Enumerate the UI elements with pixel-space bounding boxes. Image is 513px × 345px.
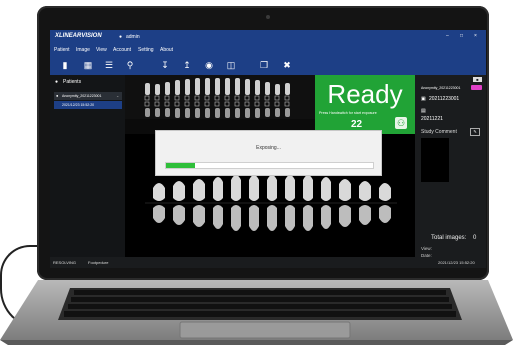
menu-bar: Patient Image View Account Setting About: [50, 44, 486, 56]
patient-row[interactable]: ● Anonymity_20211223001 ⌄: [54, 92, 122, 100]
app-logo: XLINEARVISION: [55, 33, 102, 39]
maximize-button[interactable]: □: [460, 33, 463, 39]
tooth-chart: [125, 75, 315, 119]
patient-panel: ● Patients ● Anonymity_20211223001 ⌄ 202…: [50, 75, 125, 257]
info-birth: 20211221: [421, 116, 443, 122]
total-images-value: 0: [473, 235, 477, 241]
view-label: View:: [421, 246, 432, 251]
export-icon[interactable]: ↥: [182, 60, 192, 70]
menu-setting[interactable]: Setting: [138, 47, 154, 53]
close-button[interactable]: ×: [474, 33, 477, 39]
total-images-label: Total images:: [431, 235, 467, 241]
study-date: 2021/12/23 15:52:20: [62, 103, 95, 107]
dialog-title: Exposing...: [256, 145, 281, 151]
status-bar: RESOLVING Footpedure 2021/12/23 15:52:20: [50, 257, 486, 268]
status-resolving: RESOLVING: [53, 260, 77, 265]
app-window: XLINEARVISION ● admin – □ × Patient Imag…: [50, 30, 486, 268]
study-comment-box[interactable]: [421, 138, 449, 182]
info-patient-name: Anonymity_20211223001: [421, 86, 461, 90]
eye-icon[interactable]: ◉: [204, 60, 214, 70]
camera-icon[interactable]: ■: [473, 77, 482, 82]
calendar-icon: ▤: [421, 108, 426, 114]
exposure-count: 22: [351, 119, 363, 130]
current-user: admin: [126, 34, 140, 40]
list-icon[interactable]: ☰: [104, 60, 114, 70]
edit-comment-icon[interactable]: ✎: [470, 128, 480, 136]
user-icon: ●: [119, 34, 123, 40]
study-comment-label: Study Comment: [421, 129, 457, 135]
tooth-chart-graphic[interactable]: [125, 75, 315, 119]
copy-icon[interactable]: ❐: [259, 60, 269, 70]
title-bar: XLINEARVISION ● admin – □ ×: [50, 30, 486, 44]
patient-name: Anonymity_20211223001: [62, 94, 102, 98]
search-icon[interactable]: ⚲: [125, 60, 135, 70]
ready-panel: Ready Press Handswitch for start exposur…: [315, 75, 415, 137]
webcam: [266, 15, 270, 19]
menu-account[interactable]: Account: [113, 47, 131, 53]
ready-title: Ready: [327, 79, 403, 109]
menu-patient[interactable]: Patient: [54, 47, 70, 53]
gender-tag: [471, 85, 482, 90]
menu-view[interactable]: View: [96, 47, 107, 53]
exposing-dialog: Exposing...: [155, 130, 382, 176]
ready-subtitle: Press Handswitch for start exposure: [319, 111, 377, 115]
status-footpedure: Footpedure: [88, 260, 109, 265]
import-icon[interactable]: ↧: [160, 60, 170, 70]
info-patient-id: 20211223001: [429, 96, 460, 102]
patients-icon: ●: [55, 79, 59, 85]
menu-image[interactable]: Image: [76, 47, 90, 53]
study-row[interactable]: 2021/12/23 15:52:20: [54, 101, 122, 109]
patients-header: Patients: [63, 79, 82, 85]
progress-fill: [166, 163, 195, 168]
status-datetime: 2021/12/23 15:52:20: [438, 260, 475, 265]
trash-icon[interactable]: ◫: [226, 60, 236, 70]
new-file-icon[interactable]: ▮: [60, 60, 70, 70]
laptop-keyboard-deck: [0, 280, 513, 345]
minimize-button[interactable]: –: [446, 33, 449, 39]
expand-icon[interactable]: ●: [56, 93, 58, 98]
chevron-down-icon[interactable]: ⌄: [116, 93, 119, 98]
menu-about[interactable]: About: [160, 47, 173, 53]
progress-bar: [165, 162, 374, 169]
save-icon[interactable]: ▦: [83, 60, 93, 70]
tooth-sensor-icon[interactable]: ⚇: [395, 117, 407, 129]
info-panel: ■ Anonymity_20211223001 ▣ 20211223001 ▤ …: [415, 75, 486, 258]
toolbar: ▮ ▦ ☰ ⚲ ↧ ↥ ◉ ◫ ❐ ✖: [50, 56, 486, 75]
id-card-icon: ▣: [421, 96, 426, 102]
tools-icon[interactable]: ✖: [282, 60, 292, 70]
